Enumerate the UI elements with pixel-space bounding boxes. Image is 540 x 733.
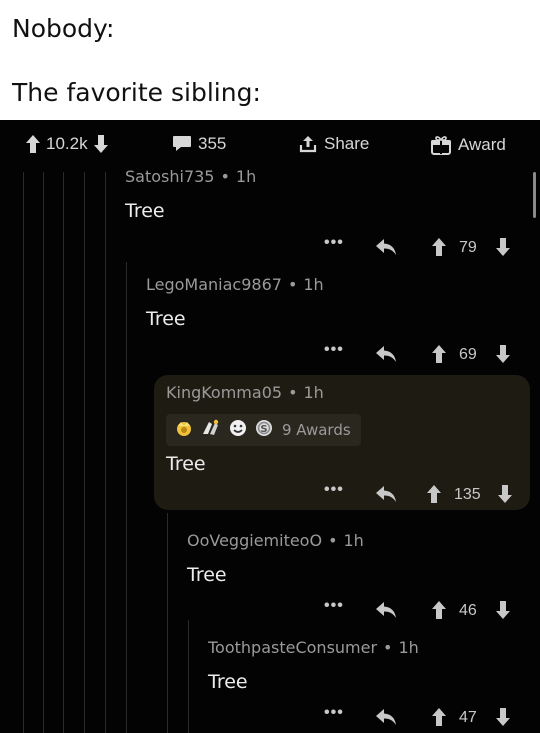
separator-dot: • [220, 167, 230, 186]
awards-count: 9 Awards [282, 421, 351, 439]
comment-bubble-icon [172, 135, 192, 153]
reply-icon[interactable] [375, 345, 397, 368]
comment-meta: Satoshi735 • 1h [125, 167, 256, 186]
award-crown-icon [174, 418, 194, 443]
comment-body: Tree [187, 564, 227, 586]
comment-age: 1h [303, 275, 324, 294]
comment-meta: ToothpasteConsumer • 1h [208, 638, 419, 657]
more-options-icon[interactable]: ••• [324, 481, 344, 499]
downvote-icon[interactable] [496, 238, 510, 261]
reply-icon[interactable] [375, 601, 397, 624]
comment-age: 1h [398, 638, 419, 657]
comment-meta: OoVeggiemiteoO • 1h [187, 531, 364, 550]
more-options-icon[interactable]: ••• [324, 234, 344, 252]
share-label: Share [324, 134, 370, 153]
comment-body: Tree [146, 308, 186, 330]
comment-body: Tree [208, 671, 248, 693]
gift-icon [430, 134, 452, 156]
thread-line[interactable] [84, 172, 85, 733]
upvote-icon[interactable] [432, 601, 446, 624]
caption-line-2: The favorite sibling: [12, 78, 261, 107]
separator-dot: • [383, 638, 393, 657]
thread-line[interactable] [23, 172, 24, 733]
comment-age: 1h [343, 531, 364, 550]
separator-dot: • [328, 531, 338, 550]
downvote-icon[interactable] [496, 708, 510, 731]
reply-icon[interactable] [375, 708, 397, 731]
scrollbar[interactable] [533, 172, 536, 218]
more-options-icon[interactable]: ••• [324, 341, 344, 359]
comment: OoVeggiemiteoO • 1h Tree [187, 531, 364, 586]
comment-score: 69 [459, 346, 477, 363]
award-silver-icon: S [254, 418, 274, 443]
downvote-icon[interactable] [93, 135, 108, 153]
upvote-icon[interactable] [432, 708, 446, 731]
reddit-comment-screen: 10.2k 355 Share Award Satoshi735 • 1h Tr… [0, 120, 540, 733]
comment-author[interactable]: OoVeggiemiteoO [187, 531, 322, 550]
separator-dot: • [287, 275, 298, 294]
comment: ToothpasteConsumer • 1h Tree [208, 638, 419, 693]
reply-icon[interactable] [375, 485, 397, 508]
thread-line[interactable] [43, 172, 44, 733]
more-options-icon[interactable]: ••• [324, 597, 344, 615]
svg-text:S: S [260, 424, 267, 435]
more-options-icon[interactable]: ••• [324, 704, 344, 722]
comments-button[interactable]: 355 [172, 134, 226, 154]
awards-badge[interactable]: S 9 Awards [166, 414, 361, 446]
comment-score: 47 [459, 709, 477, 726]
comment-meta: LegoManiac9867 • 1h [146, 275, 324, 294]
post-vote-count: 10.2k [46, 134, 88, 153]
upvote-icon[interactable] [427, 485, 441, 508]
comment-score: 79 [459, 239, 477, 256]
reply-icon[interactable] [375, 238, 397, 261]
award-wholesome-icon [228, 418, 248, 443]
award-button[interactable]: Award [430, 134, 506, 156]
comment-meta: KingKomma05 • 1h [166, 383, 324, 402]
comment-author[interactable]: Satoshi735 [125, 167, 214, 186]
comment-author[interactable]: ToothpasteConsumer [208, 638, 377, 657]
comment-author[interactable]: LegoManiac9867 [146, 275, 282, 294]
share-button[interactable]: Share [298, 134, 369, 154]
award-label: Award [458, 135, 506, 154]
comment-body-wrap: Tree [166, 453, 206, 475]
downvote-icon[interactable] [496, 345, 510, 368]
separator-dot: • [288, 383, 298, 402]
comment-age: 1h [235, 167, 257, 186]
post-action-bar: 10.2k 355 Share Award [0, 120, 540, 172]
upvote-icon[interactable] [432, 238, 446, 261]
post-vote-control: 10.2k [26, 134, 108, 154]
comment-body: Tree [166, 453, 206, 475]
comment: LegoManiac9867 • 1h Tree [146, 275, 324, 330]
share-icon [298, 134, 318, 154]
comment-score: 46 [459, 602, 477, 619]
thread-line[interactable] [167, 513, 168, 733]
comment: Satoshi735 • 1h Tree [125, 167, 256, 222]
upvote-icon[interactable] [26, 135, 40, 153]
downvote-icon[interactable] [496, 601, 510, 624]
thread-line[interactable] [188, 620, 189, 733]
downvote-icon[interactable] [498, 485, 512, 508]
thread-line[interactable] [63, 172, 64, 733]
comment-body: Tree [125, 200, 165, 222]
comment: KingKomma05 • 1h [166, 383, 324, 402]
thread-line[interactable] [105, 172, 106, 733]
comment-author[interactable]: KingKomma05 [166, 383, 282, 402]
award-hands-icon [200, 418, 222, 443]
comment-age: 1h [303, 383, 324, 402]
caption-line-1: Nobody: [12, 14, 115, 43]
thread-line[interactable] [126, 262, 127, 733]
comment-score: 135 [454, 486, 481, 503]
comment-count: 355 [198, 134, 227, 153]
upvote-icon[interactable] [432, 345, 446, 368]
